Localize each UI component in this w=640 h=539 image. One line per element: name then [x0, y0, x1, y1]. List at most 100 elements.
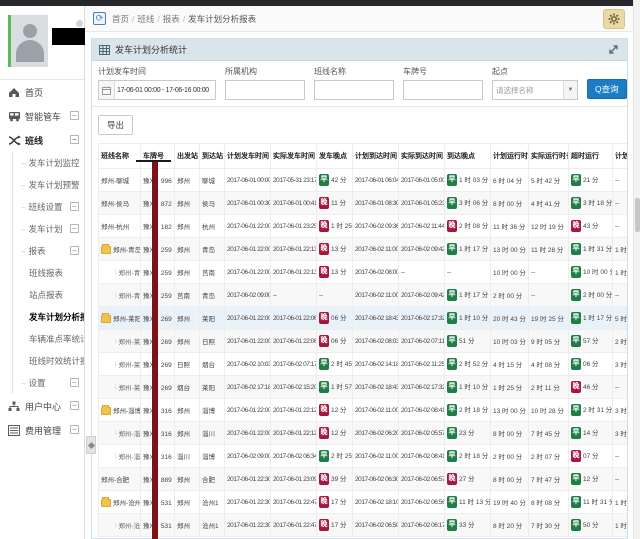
calendar-icon[interactable] [99, 81, 115, 99]
table-row[interactable]: └郑州-淄博豫X316郑州淄川2017-06-01 22:002017-06-0… [99, 422, 628, 445]
table-row[interactable]: 郑州-杭州豫X182郑州杭州2017-06-01 22:002017-06-01… [99, 215, 628, 238]
folder-icon[interactable] [101, 246, 111, 254]
chevron-down-icon: ▼ [563, 81, 577, 99]
table-row[interactable]: 郑州-聊城豫X996郑州聊城2017-06-01 00:002017-05-31… [99, 169, 628, 192]
actual-departure-cell: 2017-06-02 06:34 [271, 445, 317, 468]
expander-icon[interactable]: − [70, 378, 79, 387]
column-header-计划[interactable]: 计划 [613, 144, 628, 169]
folder-icon[interactable] [101, 499, 111, 507]
table-row[interactable]: └郑州-莱阳豫X269日照烟台2017-06-02 10:032017-06-0… [99, 353, 628, 376]
scrollbar-handle[interactable] [635, 198, 640, 232]
column-header-计划发车时间[interactable]: 计划发车时间 [225, 144, 271, 169]
expander-icon[interactable]: − [70, 135, 79, 144]
plan-departure-time-input[interactable] [115, 81, 215, 99]
sidebar-item-设置[interactable]: –设置− [13, 372, 84, 394]
sidebar-item-label: 费用管理 [25, 424, 61, 437]
table-row[interactable]: 郑州-沧州豫X531郑州沧州12017-06-01 22:302017-06-0… [99, 491, 628, 514]
folder-icon[interactable] [101, 315, 111, 323]
plan-arrival-cell: 2017-06-02 08:00 [353, 261, 399, 284]
breadcrumb-item[interactable]: 报表 [163, 14, 180, 24]
table-row[interactable]: 郑州-淄博豫X316郑州淄博2017-06-01 22:002017-06-01… [99, 399, 628, 422]
table-row[interactable]: └郑州-莱阳豫X269郑州日照2017-06-01 22:002017-06-0… [99, 330, 628, 353]
actual-departure-cell: 2017-06-01 00:41 [271, 192, 317, 215]
column-header-实际运行时长[interactable]: 实际运行时长 [529, 144, 569, 169]
sidebar-item-车辆准点率统计[interactable]: 车辆准点率统计 [13, 328, 84, 350]
plan-arrival-cell: 2017-06-02 11:00 [353, 445, 399, 468]
refresh-icon[interactable]: ⟳ [93, 12, 106, 25]
organization-input[interactable] [226, 81, 304, 99]
sidebar-item-发车计划分析报表[interactable]: 发车计划分析报表 [13, 306, 84, 328]
table-row[interactable]: 郑州-合肥豫X889郑州合肥2017-06-01 22:302017-06-01… [99, 468, 628, 491]
breadcrumb-separator: / [183, 14, 185, 24]
expander-icon[interactable]: − [70, 202, 79, 211]
breadcrumb[interactable]: 首页/班线/报表/发车计划分析报表 [112, 13, 256, 25]
column-header-实际到达时间[interactable]: 实际到达时间 [399, 144, 445, 169]
query-button[interactable]: Q查询 [587, 79, 627, 99]
sidebar-collapse-toggle[interactable] [86, 436, 96, 454]
sidebar-item-发车计划预警[interactable]: –发车计划预警 [13, 174, 84, 196]
table-row[interactable]: 郑州-莱阳豫X269郑州莱阳2017-06-01 22:002017-06-01… [99, 307, 628, 330]
column-header-超时运行[interactable]: 超时运行 [569, 144, 613, 169]
column-header-出发站[interactable]: 出发站 [175, 144, 200, 169]
early-badge: 早 [447, 312, 457, 324]
plan-duration-cell: 20 时 43 分 [491, 307, 529, 330]
breadcrumb-item[interactable]: 班线 [137, 14, 154, 24]
departure-delay-cell: 晚17 分 [317, 514, 353, 537]
expander-icon[interactable]: − [70, 401, 79, 410]
breadcrumb-item[interactable]: 发车计划分析报表 [188, 14, 256, 24]
tree-branch: └ [113, 454, 118, 461]
tree-tick: – [21, 159, 25, 168]
report-table-wrap: 班线名称车牌号出发站到达站计划发车时间实际发车时间发车晚点计划到达时间实际到达时… [92, 143, 627, 537]
table-row[interactable]: └郑州-淄博豫X316淄川淄博2017-06-02 09:002017-06-0… [99, 445, 628, 468]
table-row[interactable]: └郑州-沧州豫X531郑州沧州12017-06-01 22:302017-06-… [99, 514, 628, 537]
table-row[interactable]: └郑州-青岛豫X259莒南青岛2017-06-02 09:00----2017-… [99, 284, 628, 307]
plan-arrival-cell: 2017-06-02 14:18 [353, 353, 399, 376]
sidebar-item-班线时效统计报表[interactable]: 班线时效统计报表 [13, 350, 84, 372]
column-header-到达晚点[interactable]: 到达晚点 [445, 144, 491, 169]
column-header-发车晚点[interactable]: 发车晚点 [317, 144, 353, 169]
sidebar-item-报表[interactable]: –报表− [13, 240, 84, 262]
user-profile-box[interactable] [0, 6, 84, 80]
breadcrumb-item[interactable]: 首页 [112, 14, 129, 24]
sidebar-item-发车计划监控[interactable]: –发车计划监控 [13, 152, 84, 174]
column-header-计划运行时长[interactable]: 计划运行时长 [491, 144, 529, 169]
column-header-班线名称[interactable]: 班线名称 [99, 144, 141, 169]
route-name-input[interactable] [315, 81, 393, 99]
actual-arrival-cell: 2017-06-02 06:17 [399, 514, 445, 537]
table-row[interactable]: 郑州-青岛豫X259郑州青岛2017-06-01 22:002017-06-01… [99, 238, 628, 261]
folder-icon[interactable] [101, 407, 111, 415]
column-header-计划到达时间[interactable]: 计划到达时间 [353, 144, 399, 169]
origin-select[interactable]: 请选择名称 ▼ [492, 80, 578, 100]
route-cell: 郑州-莱阳 [99, 307, 141, 330]
column-header-实际发车时间[interactable]: 实际发车时间 [271, 144, 317, 169]
sidebar-item-班线设置[interactable]: –班线设置− [13, 196, 84, 218]
sidebar-item-智能管车[interactable]: 智能管车− [0, 104, 84, 128]
sidebar-item-用户中心[interactable]: 用户中心− [0, 394, 84, 418]
sidebar-item-站点报表[interactable]: 站点报表 [13, 284, 84, 306]
route-cell: └郑州-莱阳 [99, 330, 141, 353]
gear-button[interactable] [603, 9, 625, 29]
sidebar-item-班线[interactable]: 班线− [0, 128, 84, 152]
plate-suffix: 996 [161, 178, 172, 185]
plate-number-input[interactable] [404, 81, 482, 99]
column-header-到达站[interactable]: 到达站 [200, 144, 225, 169]
expander-icon[interactable]: − [70, 246, 79, 255]
table-row[interactable]: └郑州-莱阳豫X269烟台莱阳2017-06-02 17:182017-06-0… [99, 376, 628, 399]
vertical-scrollbar[interactable] [633, 0, 640, 539]
sidebar-item-首页[interactable]: 首页 [0, 80, 84, 104]
arrival-delay-cell: 晚2 时 08 分 [445, 215, 491, 238]
expander-icon[interactable]: − [70, 224, 79, 233]
late-badge: 晚 [571, 450, 581, 462]
sidebar-item-费用管理[interactable]: 费用管理− [0, 418, 84, 442]
arrival-delay-cell: 早2 时 18 分 [445, 399, 491, 422]
sidebar-item-发车计划[interactable]: –发车计划− [13, 218, 84, 240]
filter-label: 计划发车时间 [98, 66, 216, 77]
expander-icon[interactable]: − [70, 111, 79, 120]
sidebar-item-班线报表[interactable]: 班线报表 [13, 262, 84, 284]
expand-panel-icon[interactable] [607, 43, 620, 56]
table-row[interactable]: 郑州-侯马豫X872郑州侯马2017-06-01 00:302017-06-01… [99, 192, 628, 215]
expander-icon[interactable]: − [70, 425, 79, 434]
table-row[interactable]: └郑州-青岛豫X259郑州莒南2017-06-01 22:002017-06-0… [99, 261, 628, 284]
arrival-delay-cell: 晚27 分 [445, 468, 491, 491]
export-button[interactable]: 导出 [98, 115, 133, 135]
